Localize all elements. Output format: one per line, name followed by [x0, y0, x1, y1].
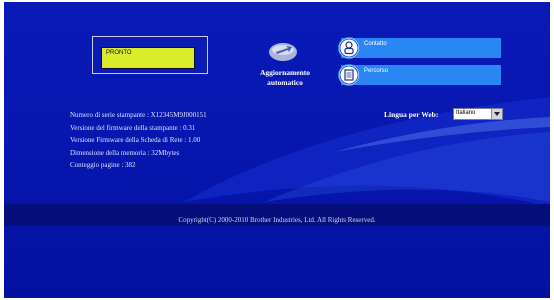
- auto-update-label-line1: Aggiornamento: [260, 68, 310, 77]
- status-text: PRONTO: [106, 50, 132, 56]
- language-selected-value: Italiano: [456, 110, 476, 116]
- serial-number: Numero di serie stampante : X12345M9J000…: [70, 111, 207, 119]
- status-lcd: PRONTO: [101, 47, 195, 69]
- printer-firmware-version: Versione del firmware della stampante : …: [70, 123, 196, 132]
- memory-size: Dimensione della memoria : 32Mbytes: [70, 148, 180, 157]
- printer-status-panel: PRONTO: [92, 36, 208, 74]
- remote-link-label: Percorso: [364, 68, 389, 74]
- globe-arrow-icon: [269, 43, 297, 61]
- copyright-text: Copyright(C) 2000-2010 Brother Industrie…: [178, 216, 376, 224]
- document-icon: [338, 64, 360, 86]
- chevron-down-icon[interactable]: [491, 109, 502, 119]
- page-frame: PRONTO Aggiornamento automatico Contatto: [4, 2, 550, 298]
- contact-link[interactable]: Contatto: [338, 37, 501, 59]
- person-icon: [338, 37, 360, 59]
- language-label: Lingua per Web:: [384, 110, 439, 119]
- language-select[interactable]: Italiano: [453, 108, 503, 120]
- network-firmware-version: Versione Firmware della Scheda di Rete :…: [70, 136, 201, 144]
- auto-update-label-line2: automatico: [267, 78, 303, 87]
- auto-update-button[interactable]: Aggiornamento automatico: [244, 42, 326, 97]
- auto-update-label: Aggiornamento automatico: [244, 68, 326, 88]
- page-count: Conteggio pagine : 382: [70, 161, 136, 169]
- printer-info: Numero di serie stampante : X12345M9J000…: [70, 109, 207, 172]
- remote-link[interactable]: Percorso: [338, 64, 501, 86]
- contact-link-label: Contatto: [364, 41, 387, 47]
